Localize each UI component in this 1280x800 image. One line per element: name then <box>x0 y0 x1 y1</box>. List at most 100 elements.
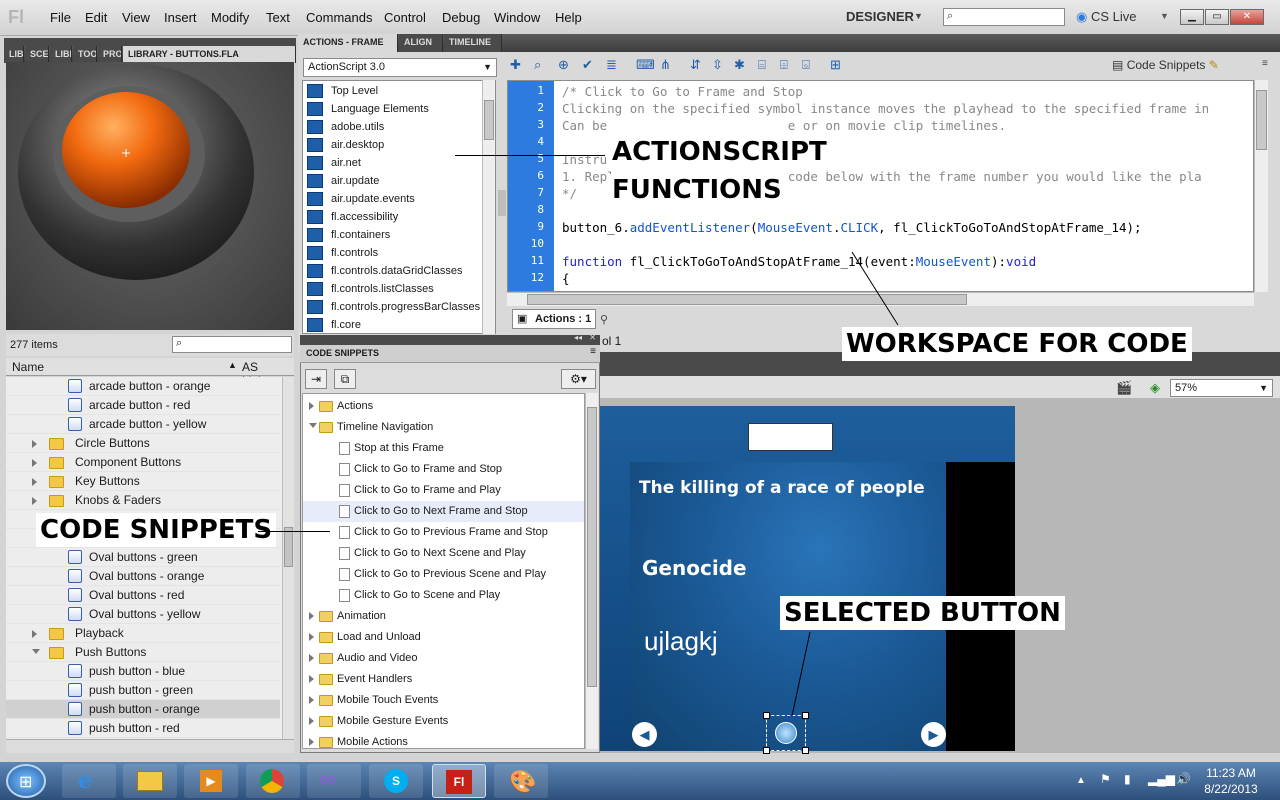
code-line[interactable]: Can be e or on movie clip timelines. <box>562 118 1006 133</box>
snippet-item[interactable]: Click to Go to Frame and Play <box>303 480 584 501</box>
collapsed-arrow-icon[interactable] <box>309 717 314 725</box>
target-icon[interactable]: ⊕ <box>558 57 569 73</box>
toggle-script-assist-icon[interactable]: ⊞ <box>830 57 841 73</box>
collapsed-arrow-icon[interactable] <box>32 478 37 486</box>
collapsed-arrow-icon[interactable] <box>32 440 37 448</box>
tray-expand-icon[interactable]: ▲ <box>1076 775 1086 786</box>
collapsed-arrow-icon[interactable] <box>32 459 37 467</box>
collapse-between-icon[interactable]: ⇵ <box>690 57 701 73</box>
apply-line-comment-icon[interactable]: ⌹ <box>780 57 788 73</box>
toolbox-item[interactable]: Language Elements <box>307 100 429 118</box>
tab-tools[interactable]: TOO <box>73 46 97 63</box>
library-item[interactable]: Oval buttons - green <box>6 548 280 567</box>
library-item[interactable]: Oval buttons - red <box>6 586 280 605</box>
snippet-item[interactable]: Stop at this Frame <box>303 438 584 459</box>
menu-control[interactable]: Control <box>384 10 426 25</box>
help-search-input[interactable]: ⌕ <box>943 8 1065 26</box>
toolbox-item[interactable]: adobe.utils <box>307 118 384 136</box>
sort-icon[interactable]: ▲ <box>228 360 237 370</box>
menu-insert[interactable]: Insert <box>164 10 197 25</box>
snippet-item[interactable]: Click to Go to Scene and Play <box>303 585 584 606</box>
prev-arrow-button[interactable]: ◀ <box>632 722 657 747</box>
start-button[interactable]: ⊞ <box>6 764 46 798</box>
library-item[interactable]: arcade button - yellow <box>6 415 280 434</box>
taskbar-flash-icon[interactable]: Fl <box>432 764 486 798</box>
slide-heading[interactable]: The killing of a race of people <box>639 478 925 498</box>
actionscript-version-select[interactable]: ActionScript 3.0 ▼ <box>303 58 497 77</box>
toolbox-item[interactable]: air.net <box>307 154 361 172</box>
check-syntax-icon[interactable]: ✔ <box>582 57 593 73</box>
taskbar-ie-icon[interactable]: e <box>62 764 116 798</box>
frame-tab[interactable]: ▣ Actions : 1 <box>512 309 596 329</box>
snippet-folder[interactable]: Load and Unload <box>303 627 584 648</box>
library-search-input[interactable]: ⌕ <box>172 336 292 353</box>
library-item[interactable]: push button - blue <box>6 662 280 681</box>
collapse-selection-icon[interactable]: ⇳ <box>712 57 723 73</box>
tab-library-2[interactable]: LIBI <box>50 46 72 63</box>
panel-menu-icon[interactable]: ≡ <box>1262 58 1268 69</box>
toolbox-item[interactable]: air.update.events <box>307 190 415 208</box>
add-statement-icon[interactable]: ✚ <box>510 57 521 73</box>
cs-live-dropdown-icon[interactable]: ▼ <box>1160 11 1169 21</box>
snippets-close-icon[interactable]: ✕ <box>589 333 596 342</box>
code-line[interactable]: { <box>562 271 570 286</box>
collapsed-arrow-icon[interactable] <box>32 497 37 505</box>
snippets-scroll-thumb[interactable] <box>587 407 597 687</box>
slide-word-genocide[interactable]: Genocide <box>642 556 747 580</box>
find-icon[interactable]: ⌕ <box>534 57 541 73</box>
taskbar-infinity-icon[interactable]: ∞ <box>307 764 361 798</box>
selected-button[interactable] <box>763 712 809 754</box>
cs-live-button[interactable]: ◉ CS Live <box>1076 9 1137 25</box>
tray-signal-icon[interactable]: ▂▄▆ <box>1148 772 1175 786</box>
selection-handle[interactable] <box>763 712 770 719</box>
snippet-item[interactable]: Click to Go to Next Frame and Stop <box>303 501 584 522</box>
close-button[interactable]: ✕ <box>1230 9 1264 25</box>
apply-block-comment-icon[interactable]: ⌸ <box>758 57 766 73</box>
tab-properties[interactable]: PRO <box>98 46 122 63</box>
clock-time[interactable]: 11:23 AM <box>1200 766 1262 780</box>
library-item[interactable]: push button - green <box>6 681 280 700</box>
snippet-item[interactable]: Click to Go to Previous Scene and Play <box>303 564 584 585</box>
debug-options-icon[interactable]: ⋔ <box>660 57 671 73</box>
library-item[interactable]: arcade button - orange <box>6 377 280 396</box>
taskbar-media-icon[interactable]: ▶ <box>184 764 238 798</box>
menu-debug[interactable]: Debug <box>442 10 480 25</box>
snippet-folder[interactable]: Mobile Actions <box>303 732 584 748</box>
maximize-button[interactable]: ▭ <box>1205 9 1229 25</box>
tray-volume-icon[interactable]: 🔊 <box>1176 772 1191 786</box>
tab-library-1[interactable]: LIBI <box>4 46 24 63</box>
remove-comment-icon[interactable]: ⌺ <box>802 57 810 73</box>
selection-handle[interactable] <box>763 747 770 754</box>
toolbox-scrollbar[interactable] <box>482 80 495 334</box>
toolbox-item[interactable]: fl.controls <box>307 244 378 262</box>
auto-format-icon[interactable]: ≣ <box>606 57 617 73</box>
expanded-arrow-icon[interactable] <box>309 423 317 428</box>
menu-edit[interactable]: Edit <box>85 10 107 25</box>
snippets-panel-grip[interactable]: ◂◂ ✕ <box>300 333 600 345</box>
expanded-arrow-icon[interactable] <box>32 649 40 654</box>
code-snippets-button[interactable]: ▤ Code Snippets ✎ <box>1112 58 1219 72</box>
menu-modify[interactable]: Modify <box>211 10 249 25</box>
code-vertical-scrollbar[interactable] <box>1254 80 1268 292</box>
panel-collapse-handle[interactable] <box>498 190 506 216</box>
toolbox-item[interactable]: Top Level <box>307 82 378 100</box>
snippet-item[interactable]: Click to Go to Frame and Stop <box>303 459 584 480</box>
toolbox-item[interactable]: fl.containers <box>307 226 390 244</box>
snippet-folder[interactable]: Timeline Navigation <box>303 417 584 438</box>
edit-scene-icon[interactable]: 🎬 <box>1116 380 1132 396</box>
snippet-folder[interactable]: Audio and Video <box>303 648 584 669</box>
collapsed-arrow-icon[interactable] <box>309 696 314 704</box>
expand-all-icon[interactable]: ✱ <box>734 57 745 73</box>
snippet-folder[interactable]: Animation <box>303 606 584 627</box>
collapsed-arrow-icon[interactable] <box>309 633 314 641</box>
toolbox-item[interactable]: air.desktop <box>307 136 384 154</box>
menu-window[interactable]: Window <box>494 10 540 25</box>
menu-file[interactable]: File <box>50 10 71 25</box>
collapsed-arrow-icon[interactable] <box>309 738 314 746</box>
snippet-item[interactable]: Click to Go to Next Scene and Play <box>303 543 584 564</box>
snippets-options-button[interactable]: ⚙▾ <box>561 369 596 389</box>
add-to-frame-button[interactable]: ⇥ <box>305 369 327 389</box>
collapsed-arrow-icon[interactable] <box>32 630 37 638</box>
collapsed-arrow-icon[interactable] <box>309 654 314 662</box>
zoom-select[interactable]: 57% ▼ <box>1170 379 1273 397</box>
